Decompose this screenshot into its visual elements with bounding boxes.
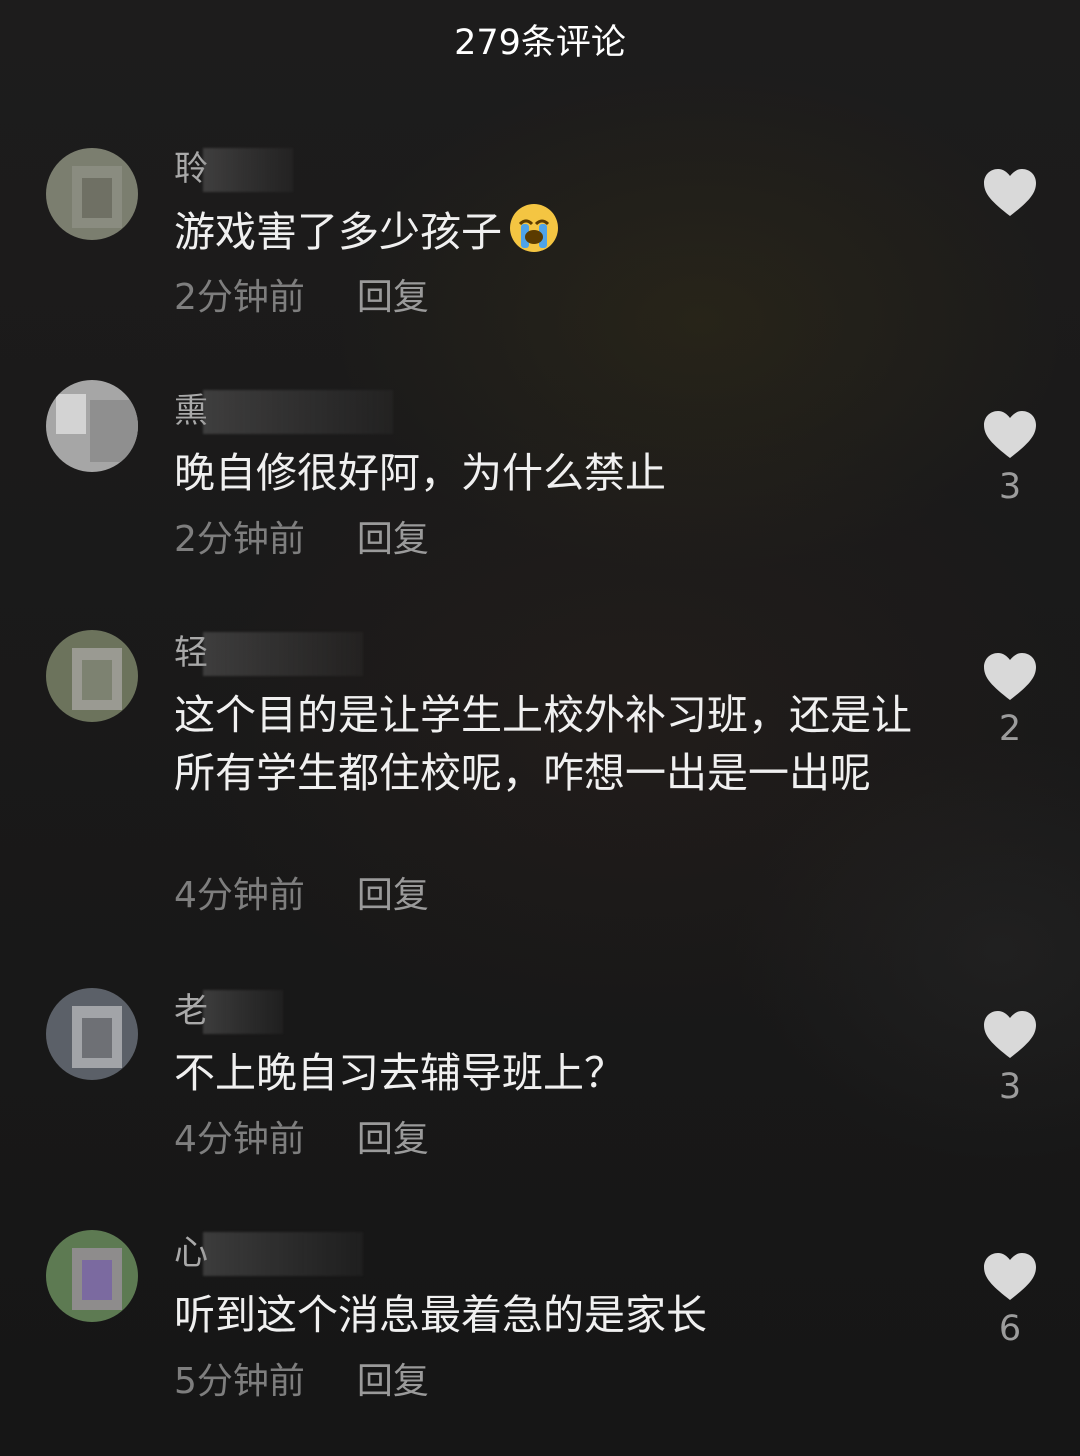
like-count: 3 xyxy=(998,467,1022,507)
like-count: 6 xyxy=(998,1309,1022,1349)
username-blur xyxy=(203,632,364,676)
username[interactable]: 聆 xyxy=(174,148,294,198)
like-button[interactable] xyxy=(980,168,1040,222)
avatar[interactable] xyxy=(46,148,138,240)
like-button[interactable]: 3 xyxy=(980,410,1040,510)
username[interactable]: 老 xyxy=(174,990,284,1040)
heart-icon xyxy=(984,169,1036,216)
avatar[interactable] xyxy=(46,1230,138,1322)
comment-meta: 2分钟前 回复 xyxy=(174,516,429,564)
username-blur xyxy=(203,990,284,1034)
avatar[interactable] xyxy=(46,380,138,472)
reply-button[interactable]: 回复 xyxy=(357,1119,429,1160)
username[interactable]: 熏 xyxy=(174,390,394,440)
avatar[interactable] xyxy=(46,988,138,1080)
timestamp: 4分钟前 xyxy=(174,1119,305,1160)
username-blur xyxy=(203,1232,364,1276)
reply-button[interactable]: 回复 xyxy=(357,519,429,560)
reply-button[interactable]: 回复 xyxy=(357,1361,429,1402)
comment-text: 听到这个消息最着急的是家长 xyxy=(174,1291,707,1339)
reply-button[interactable]: 回复 xyxy=(357,875,429,916)
comment-meta: 2分钟前 回复 xyxy=(174,274,429,322)
username-blur xyxy=(203,148,294,192)
username[interactable]: 轻 xyxy=(174,632,364,682)
avatar[interactable] xyxy=(46,630,138,722)
timestamp: 2分钟前 xyxy=(174,519,305,560)
comment-meta: 4分钟前 回复 xyxy=(174,1116,429,1164)
comment-meta: 5分钟前 回复 xyxy=(174,1358,429,1406)
comment-text: 不上晚自习去辅导班上？ xyxy=(174,1049,625,1097)
comment-text: 晚自修很好阿，为什么禁止 xyxy=(174,449,666,497)
like-count: 3 xyxy=(998,1067,1022,1107)
like-button[interactable]: 2 xyxy=(980,652,1040,752)
heart-icon xyxy=(984,1011,1036,1058)
username[interactable]: 心 xyxy=(174,1232,364,1282)
heart-icon xyxy=(984,411,1036,458)
comment-text: 这个目的是让学生上校外补习班，还是让所有学生都住校呢，咋想一出是一出呢 xyxy=(174,691,912,797)
loudly-crying-face-icon xyxy=(510,204,558,252)
like-count: 2 xyxy=(998,709,1022,749)
like-button[interactable]: 3 xyxy=(980,1010,1040,1110)
timestamp: 5分钟前 xyxy=(174,1361,305,1402)
heart-icon xyxy=(984,1253,1036,1300)
timestamp: 4分钟前 xyxy=(174,875,305,916)
comment-count-title: 279条评论 xyxy=(454,23,626,63)
comment-meta: 4分钟前 回复 xyxy=(174,872,429,920)
timestamp: 2分钟前 xyxy=(174,277,305,318)
username-blur xyxy=(203,390,394,434)
like-button[interactable]: 6 xyxy=(980,1252,1040,1352)
reply-button[interactable]: 回复 xyxy=(357,277,429,318)
heart-icon xyxy=(984,653,1036,700)
comment-text: 游戏害了多少孩子 xyxy=(174,202,924,261)
